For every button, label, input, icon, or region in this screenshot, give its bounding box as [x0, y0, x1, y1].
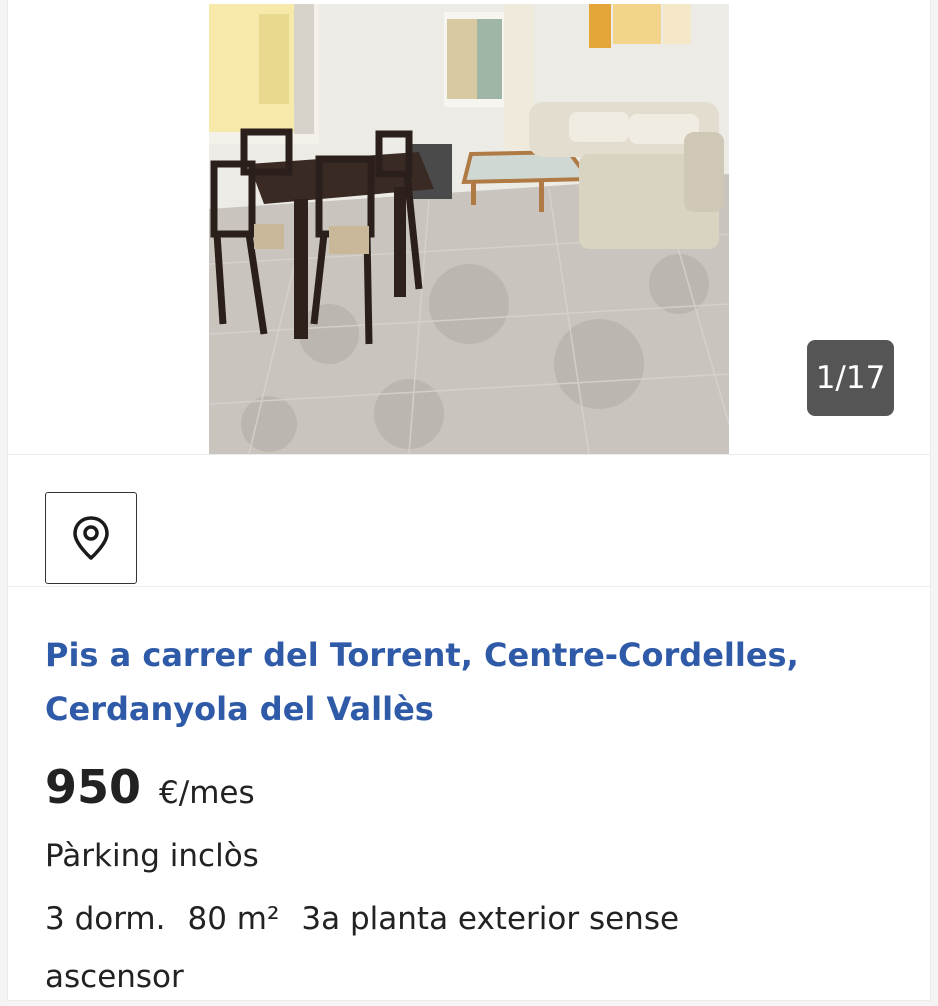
rooms-detail: 3 dorm.	[45, 901, 166, 937]
price-value: 950	[45, 760, 142, 814]
map-button[interactable]	[45, 492, 137, 584]
listing-photo-illustration	[209, 4, 729, 454]
divider	[8, 586, 930, 587]
listing-title[interactable]: Pis a carrer del Torrent, Centre-Cordell…	[45, 628, 865, 736]
listing-card[interactable]: 1/17 Pis a carrer del Torrent, Centre-Co…	[8, 0, 930, 1000]
area-detail: 80 m²	[187, 901, 280, 937]
photo-gallery[interactable]: 1/17	[8, 0, 930, 454]
listing-details: 3 dorm. 80 m² 3a planta exterior sense asc…	[45, 890, 805, 1006]
price-unit: €/mes	[159, 775, 255, 811]
parking-feature: Pàrking inclòs	[45, 838, 259, 874]
listing-photo[interactable]	[209, 4, 729, 454]
location-pin-icon	[73, 516, 109, 560]
photo-counter: 1/17	[807, 340, 894, 416]
divider	[8, 454, 930, 455]
price-row: 950 €/mes	[45, 760, 255, 824]
